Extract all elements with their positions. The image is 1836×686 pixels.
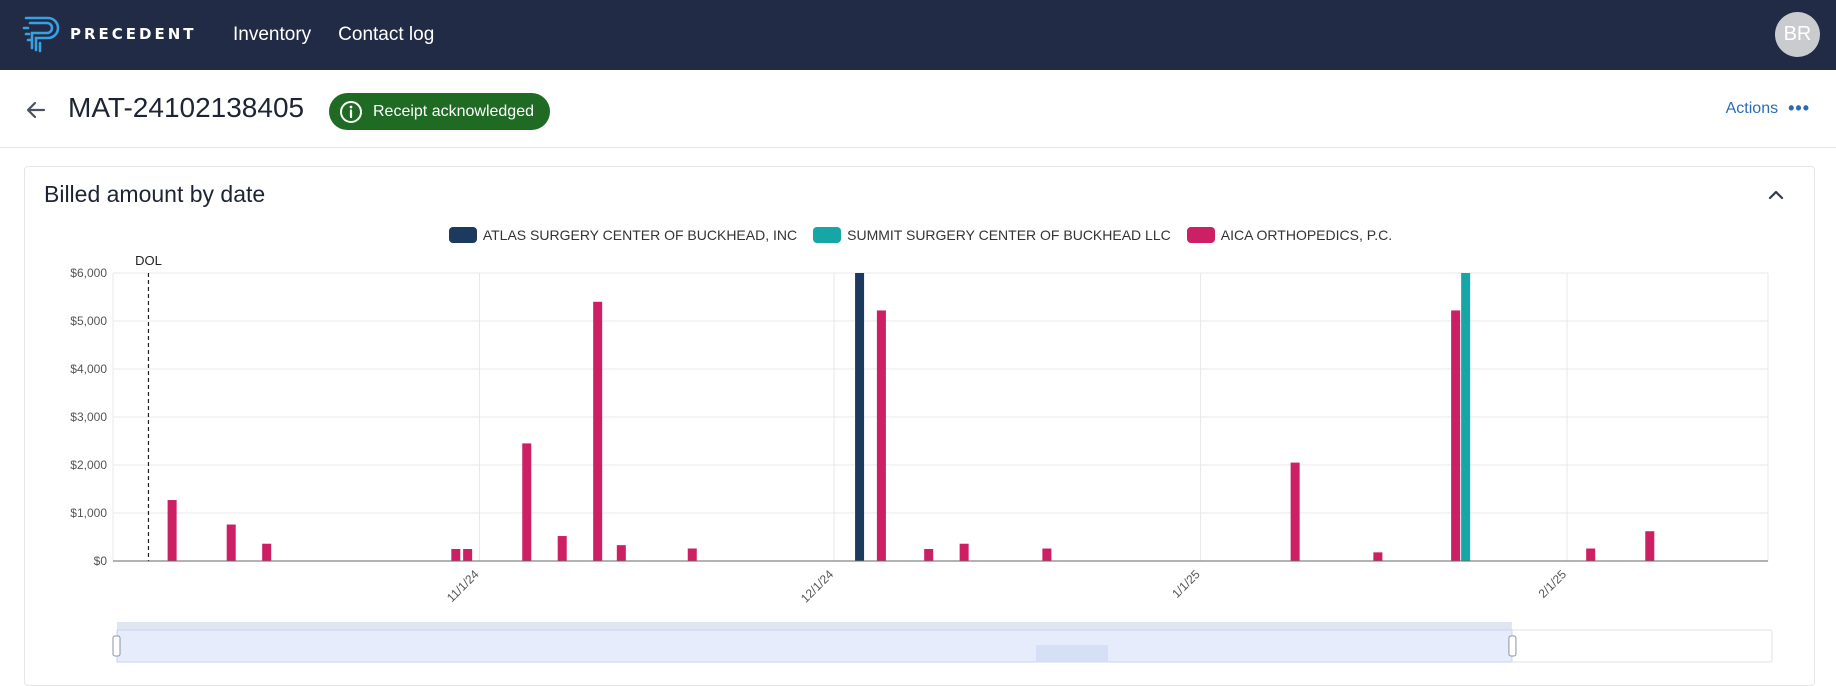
- actions-label: Actions: [1725, 99, 1779, 117]
- y-tick-label: $4,000: [70, 362, 107, 376]
- user-avatar[interactable]: BR: [1775, 12, 1820, 57]
- range-selection: [116, 629, 1513, 663]
- top-nav: PRECEDENT Inventory Contact log BR: [0, 0, 1836, 70]
- chart-bar: [463, 549, 473, 561]
- info-icon: [340, 100, 362, 123]
- chart-bar: [522, 443, 532, 561]
- chart-bar: [1290, 462, 1300, 561]
- y-tick-label: $1,000: [70, 506, 107, 520]
- more-options-icon: •••: [1788, 98, 1810, 118]
- y-tick-label: $5,000: [70, 314, 107, 328]
- actions-menu-button[interactable]: Actions •••: [1726, 98, 1810, 119]
- chart-bar: [1451, 310, 1461, 561]
- chart-bar: [1373, 552, 1383, 561]
- billed-amount-chart: $0 $1,000 $2,000 $3,000 $4,000 $5,000 $6,000 11…: [70, 253, 1773, 663]
- x-tick-label: 11/1/24: [444, 567, 482, 605]
- x-tick-label: 1/1/25: [1169, 567, 1203, 601]
- chart-bar: [167, 500, 177, 561]
- billed-amount-panel: Billed amount by date ATLAS SURGERY CENT…: [24, 166, 1815, 686]
- chart-bar: [687, 548, 697, 561]
- chart-bar: [1042, 548, 1052, 561]
- chart-bar: [855, 273, 865, 561]
- main-nav: Inventory Contact log: [233, 0, 434, 70]
- chart-bar: [876, 310, 886, 561]
- chart-bar: [262, 543, 272, 561]
- y-tick-label: $3,000: [70, 410, 107, 424]
- nav-inventory[interactable]: Inventory: [233, 24, 311, 46]
- logo-wordmark: PRECEDENT: [70, 25, 197, 43]
- chart-bar: [959, 543, 969, 561]
- range-selection-preview: [1036, 645, 1108, 662]
- precedent-logo-icon: [22, 16, 60, 53]
- chart-bar: [1586, 548, 1596, 561]
- status-label: Receipt acknowledged: [373, 102, 534, 120]
- page-header: MAT-24102138405 Receipt acknowledged Act…: [0, 70, 1836, 148]
- x-tick-label: 2/1/25: [1536, 567, 1570, 601]
- app-logo[interactable]: PRECEDENT: [22, 14, 197, 54]
- chart-bar: [593, 301, 603, 561]
- range-handle-left: [112, 635, 121, 657]
- chart-bar: [451, 549, 461, 561]
- y-tick-label: $2,000: [70, 458, 107, 472]
- chart-bar: [1645, 531, 1655, 561]
- chart-bar: [557, 536, 567, 561]
- chart-bar: [616, 545, 626, 561]
- nav-contact-log[interactable]: Contact log: [338, 24, 434, 46]
- chart-bar: [226, 524, 236, 561]
- x-tick-label: 12/1/24: [798, 567, 836, 605]
- dol-label: DOL: [135, 253, 162, 268]
- page-title: MAT-24102138405: [68, 92, 305, 123]
- chart-bar: [1461, 273, 1471, 561]
- back-arrow-icon[interactable]: [24, 98, 48, 122]
- chart-bar: [924, 549, 934, 561]
- range-selection-top-bar: [117, 622, 1512, 630]
- range-handle-right: [1508, 635, 1517, 657]
- y-tick-label: $6,000: [70, 266, 107, 280]
- y-tick-label: $0: [94, 554, 108, 568]
- status-badge: Receipt acknowledged: [329, 93, 550, 130]
